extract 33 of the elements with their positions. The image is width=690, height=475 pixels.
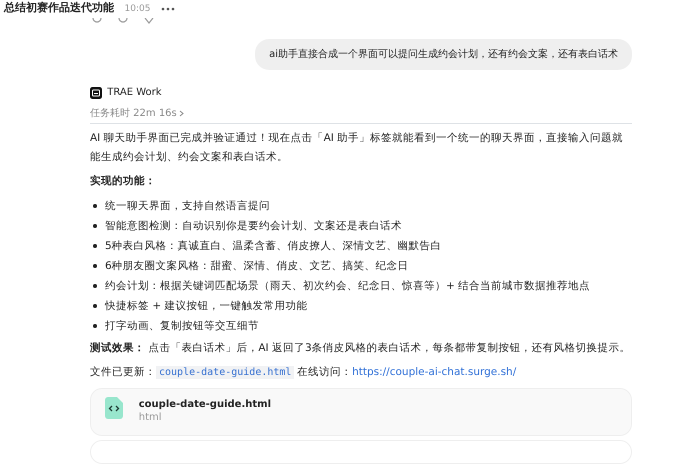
file-name-code: couple-date-guide.html bbox=[156, 366, 294, 380]
feature-item: 6种朋友圈文案风格：甜蜜、深情、俏皮、文艺、搞笑、纪念日 bbox=[105, 259, 409, 274]
feature-item: 智能意图检测：自动识别你是要约会计划、文案还是表白话术 bbox=[105, 219, 402, 234]
bullet-icon bbox=[93, 224, 97, 228]
url-link[interactable]: https://couple-ai-chat.surge.sh/ bbox=[352, 366, 516, 378]
feature-item: 统一聊天界面，支持自然语言提问 bbox=[105, 199, 270, 214]
feature-item: 约会计划：根据关键词匹配场景（雨天、初次约会、纪念日、惊喜等）+ 结合当前城市数据推荐地点 bbox=[105, 279, 590, 294]
file-card[interactable]: couple-date-guide.html html bbox=[90, 388, 632, 436]
bullet-icon bbox=[93, 204, 97, 208]
message-time: 10:05 bbox=[124, 3, 150, 16]
bullet-icon bbox=[93, 284, 97, 288]
bullet-icon bbox=[93, 244, 97, 248]
terminal-icon bbox=[90, 86, 102, 99]
agent-name: TRAE Work bbox=[107, 86, 162, 100]
test-result-text: 测试效果： 点击「表白话术」后，AI 返回了3条俏皮风格的表白话术，每条都带复制按钮，还有风格切换提示。 bbox=[90, 341, 632, 356]
feature-item: 打字动画、复制按钮等交互细节 bbox=[105, 319, 259, 334]
bullet-icon bbox=[93, 304, 97, 308]
more-icon[interactable] bbox=[160, 7, 175, 11]
reply-paragraph: AI 聊天助手界面已完成并验证通过！现在点击「AI 助手」标签就能看到一个统一的聊天界面，直接输入问题就能生成约会计划、约会文案和表白话术。 bbox=[90, 131, 624, 166]
feature-item: 快捷标签 + 建议按钮，一键触发常用功能 bbox=[105, 299, 308, 314]
file-updated-label: 文件已更新： bbox=[90, 366, 156, 378]
file-type: html bbox=[138, 412, 163, 424]
task-duration[interactable]: 任务耗时 22m 16s bbox=[90, 106, 177, 120]
feature-item: 5种表白风格：真诚直白、温柔含蓄、俏皮撩人、深情文艺、幽默告白 bbox=[105, 239, 442, 254]
conversation-title: 总结初赛作品迭代功能 bbox=[4, 0, 114, 16]
file-name: couple-date-guide.html bbox=[138, 398, 271, 412]
bullet-icon bbox=[93, 264, 97, 268]
features-heading: 实现的功能： bbox=[90, 174, 157, 190]
user-message: ai助手直接合成一个界面可以提问生成约会计划，还有约会文案，还有表白话术 bbox=[255, 38, 632, 70]
bullet-icon bbox=[93, 324, 97, 328]
chevron-right-icon[interactable] bbox=[179, 110, 184, 116]
code-file-icon bbox=[105, 396, 123, 419]
online-label: 在线访问： bbox=[297, 366, 352, 378]
